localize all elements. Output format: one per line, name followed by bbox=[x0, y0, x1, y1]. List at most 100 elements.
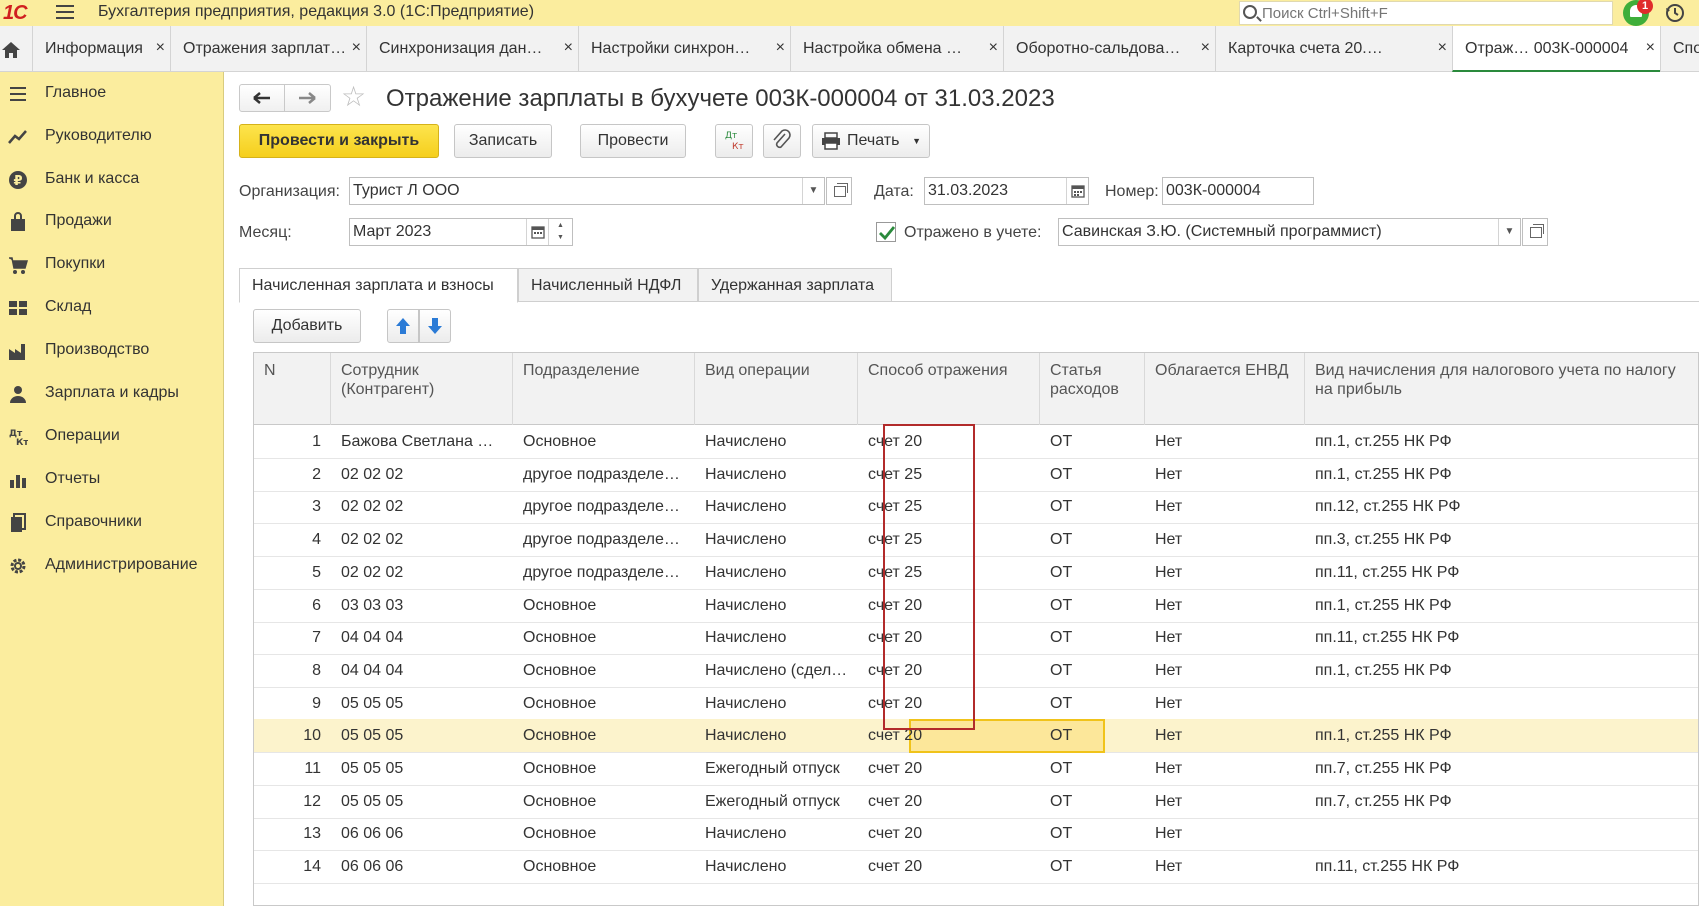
cell-col-operation[interactable]: Начислено bbox=[695, 458, 848, 492]
cell-col-operation[interactable]: Начислено bbox=[695, 523, 848, 557]
cell-col-operation[interactable]: Ежегодный отпуск bbox=[695, 752, 848, 786]
cell-col-employee[interactable]: 06 06 06 bbox=[331, 850, 503, 884]
date-input[interactable] bbox=[928, 182, 1058, 200]
cell-col-n[interactable]: 9 bbox=[254, 687, 331, 721]
table-row[interactable]: 8 04 04 04 Основное Начислено (сдел… счет 20… bbox=[254, 654, 1698, 688]
sidebar-item-admin[interactable]: Администрирование bbox=[0, 546, 224, 586]
cell-col-department[interactable]: другое подразделен… bbox=[513, 458, 685, 492]
number-input[interactable] bbox=[1166, 182, 1310, 200]
cell-col-n[interactable]: 8 bbox=[254, 654, 331, 688]
search-input[interactable] bbox=[1262, 3, 1602, 23]
cell-col-department[interactable]: Основное bbox=[513, 719, 685, 753]
move-up-button[interactable] bbox=[387, 309, 419, 343]
cell-col-employee[interactable]: Бажова Светлана Н… bbox=[331, 425, 503, 459]
column-header-col-employee[interactable]: Сотрудник (Контрагент) bbox=[331, 353, 513, 425]
cell-col-operation[interactable]: Начислено bbox=[695, 621, 848, 655]
tab-salary-reflections[interactable]: Отражения зарплат… × bbox=[170, 26, 366, 72]
cell-col-operation[interactable]: Начислено bbox=[695, 850, 848, 884]
cell-col-tax-type[interactable]: пп.1, ст.255 НК РФ bbox=[1305, 425, 1690, 459]
cell-col-expense[interactable]: ОТ bbox=[1040, 490, 1135, 524]
close-icon[interactable]: × bbox=[1201, 39, 1210, 57]
cell-col-method[interactable]: счет 20 bbox=[858, 654, 1030, 688]
column-header-col-envd[interactable]: Облагается ЕНВД bbox=[1145, 353, 1305, 425]
cell-col-n[interactable]: 1 bbox=[254, 425, 331, 459]
cell-col-department[interactable]: Основное bbox=[513, 621, 685, 655]
cell-col-expense[interactable]: ОТ bbox=[1040, 621, 1135, 655]
column-header-col-method[interactable]: Способ отражения bbox=[858, 353, 1040, 425]
home-tab[interactable] bbox=[0, 26, 32, 72]
cell-col-department[interactable]: Основное bbox=[513, 752, 685, 786]
cell-col-expense[interactable]: ОТ bbox=[1040, 719, 1135, 753]
cell-col-envd[interactable]: Нет bbox=[1145, 752, 1295, 786]
sidebar-item-bank[interactable]: ₽ Банк и касса bbox=[0, 160, 224, 200]
tab-turnover-balance[interactable]: Оборотно-сальдова… × bbox=[1003, 26, 1215, 72]
history-icon[interactable] bbox=[1664, 2, 1686, 24]
cell-col-tax-type[interactable]: пп.1, ст.255 НК РФ bbox=[1305, 458, 1690, 492]
cell-col-envd[interactable]: Нет bbox=[1145, 687, 1295, 721]
sidebar-item-purchases[interactable]: Покупки bbox=[0, 245, 224, 285]
cell-col-operation[interactable]: Ежегодный отпуск bbox=[695, 785, 848, 819]
cell-col-department[interactable]: Основное bbox=[513, 687, 685, 721]
table-row[interactable]: 6 03 03 03 Основное Начислено счет 20 ОТ Нет пп… bbox=[254, 589, 1698, 623]
close-icon[interactable]: × bbox=[1646, 39, 1655, 57]
close-icon[interactable]: × bbox=[776, 39, 785, 57]
org-field[interactable]: ▼ bbox=[349, 177, 825, 205]
cell-col-tax-type[interactable]: пп.11, ст.255 НК РФ bbox=[1305, 621, 1690, 655]
cell-col-operation[interactable]: Начислено bbox=[695, 556, 848, 590]
table-row[interactable]: 2 02 02 02 другое подразделен… Начислено сче… bbox=[254, 458, 1698, 492]
table-row[interactable]: 11 05 05 05 Основное Ежегодный отпуск счет 2… bbox=[254, 752, 1698, 786]
cell-col-envd[interactable]: Нет bbox=[1145, 654, 1295, 688]
table-row[interactable]: 14 06 06 06 Основное Начислено счет 20 ОТ Нет п… bbox=[254, 850, 1698, 885]
cell-col-employee[interactable]: 04 04 04 bbox=[331, 621, 503, 655]
cell-col-method[interactable]: счет 20 bbox=[858, 817, 1030, 851]
add-row-button[interactable]: Добавить bbox=[253, 309, 361, 343]
cell-col-operation[interactable]: Начислено bbox=[695, 817, 848, 851]
cell-col-expense[interactable]: ОТ bbox=[1040, 654, 1135, 688]
cell-col-department[interactable]: другое подразделен… bbox=[513, 556, 685, 590]
month-stepper[interactable]: ▲ ▼ bbox=[548, 219, 572, 245]
cell-col-envd[interactable]: Нет bbox=[1145, 589, 1295, 623]
sidebar-item-main[interactable]: Главное bbox=[0, 74, 224, 114]
close-icon[interactable]: × bbox=[1438, 39, 1447, 57]
column-header-col-expense[interactable]: Статья расходов bbox=[1040, 353, 1145, 425]
cell-col-method[interactable]: счет 25 bbox=[858, 523, 1030, 557]
cell-col-method[interactable]: счет 20 bbox=[858, 687, 1030, 721]
cell-col-employee[interactable]: 05 05 05 bbox=[331, 752, 503, 786]
cell-col-expense[interactable]: ОТ bbox=[1040, 785, 1135, 819]
cell-col-expense[interactable]: ОТ bbox=[1040, 687, 1135, 721]
cell-col-n[interactable]: 14 bbox=[254, 850, 331, 884]
tab-withheld-salary[interactable]: Удержанная зарплата bbox=[698, 268, 892, 302]
cell-col-n[interactable]: 2 bbox=[254, 458, 331, 492]
calendar-icon[interactable] bbox=[1066, 178, 1088, 204]
print-button[interactable]: Печать ▼ bbox=[812, 124, 930, 158]
cell-col-tax-type[interactable]: пп.1, ст.255 НК РФ bbox=[1305, 719, 1690, 753]
cell-col-operation[interactable]: Начислено bbox=[695, 719, 848, 753]
calendar-icon[interactable] bbox=[526, 219, 548, 245]
sidebar-item-sales[interactable]: Продажи bbox=[0, 202, 224, 242]
table-row[interactable]: 7 04 04 04 Основное Начислено счет 20 ОТ Нет пп… bbox=[254, 621, 1698, 656]
cell-col-operation[interactable]: Начислено bbox=[695, 490, 848, 524]
cell-col-expense[interactable]: ОТ bbox=[1040, 850, 1135, 884]
favorite-star-icon[interactable]: ☆ bbox=[341, 83, 366, 111]
tab-account-card[interactable]: Карточка счета 20.… × bbox=[1215, 26, 1452, 72]
cell-col-department[interactable]: Основное bbox=[513, 654, 685, 688]
responsible-field[interactable]: ▼ bbox=[1058, 218, 1521, 246]
table-row[interactable]: 3 02 02 02 другое подразделен… Начислено сче… bbox=[254, 490, 1698, 525]
cell-col-employee[interactable]: 05 05 05 bbox=[331, 719, 503, 753]
tab-current-document[interactable]: Отраж… 003К-000004 × bbox=[1452, 26, 1660, 72]
cell-col-n[interactable]: 10 bbox=[254, 719, 331, 753]
cell-col-tax-type[interactable]: пп.7, ст.255 НК РФ bbox=[1305, 752, 1690, 786]
cell-col-method[interactable]: счет 20 bbox=[858, 719, 1030, 753]
cell-col-employee[interactable]: 04 04 04 bbox=[331, 654, 503, 688]
cell-col-envd[interactable]: Нет bbox=[1145, 621, 1295, 655]
cell-col-n[interactable]: 7 bbox=[254, 621, 331, 655]
cell-col-tax-type[interactable]: пп.7, ст.255 НК РФ bbox=[1305, 785, 1690, 819]
responsible-input[interactable] bbox=[1062, 223, 1492, 241]
cell-col-method[interactable]: счет 20 bbox=[858, 785, 1030, 819]
sidebar-item-operations[interactable]: Дт Кт Операции bbox=[0, 417, 224, 457]
number-field[interactable] bbox=[1162, 177, 1314, 205]
back-button[interactable] bbox=[240, 85, 285, 111]
date-field[interactable] bbox=[924, 177, 1089, 205]
column-header-col-operation[interactable]: Вид операции bbox=[695, 353, 858, 425]
post-and-close-button[interactable]: Провести и закрыть bbox=[239, 124, 439, 158]
